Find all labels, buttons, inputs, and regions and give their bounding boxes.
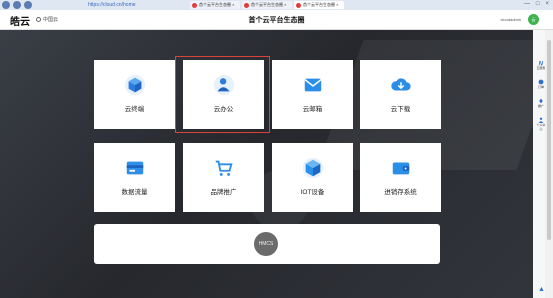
selection-highlight: [175, 56, 270, 133]
cube-icon: [124, 74, 145, 96]
favicon-icon: [192, 2, 197, 8]
cloud-download-icon: [390, 78, 411, 91]
page-title: 首个云平台生态圈: [248, 17, 305, 24]
card-label: 云邮箱: [302, 106, 323, 113]
card-brand-promotion[interactable]: 品牌推广: [183, 143, 264, 212]
scroll-top-icon[interactable]: ▲: [538, 286, 545, 293]
browser-tab-active[interactable]: 首个云平台生态圈 ×: [294, 1, 344, 9]
minimize-icon[interactable]: —: [524, 1, 530, 7]
user-name[interactable]: cloudadmin: [501, 17, 521, 22]
card-label: 云下载: [390, 106, 411, 113]
maximize-icon[interactable]: □: [536, 1, 540, 7]
forward-icon[interactable]: [13, 1, 21, 9]
mail-icon: [303, 78, 322, 92]
scrollbar[interactable]: [545, 30, 553, 298]
wallet-icon: [392, 162, 409, 175]
close-icon[interactable]: ×: [545, 1, 549, 7]
tab-label: 首个云平台生态圈 ×: [303, 2, 339, 7]
card-label: 品牌推广: [210, 189, 237, 196]
card-cloud-mail[interactable]: 云邮箱: [272, 60, 353, 129]
card-label: 数据流量: [121, 189, 148, 196]
browser-toolbar: https://cloud.cn/home 首个云平台生态圈 × 首个云平台生态…: [0, 0, 553, 10]
scrollbar-thumb[interactable]: [547, 40, 551, 240]
tab-strip: 首个云平台生态圈 × 首个云平台生态圈 × 首个云平台生态圈 ×: [190, 1, 346, 9]
iot-box-icon: [302, 157, 323, 179]
address-bar[interactable]: https://cloud.cn/home: [88, 2, 136, 8]
refresh-icon[interactable]: [24, 1, 32, 9]
app-header: 皓云 中国云 首个云平台生态圈 cloudadmin 云: [0, 10, 553, 30]
card-label: 云终端: [124, 106, 145, 113]
card-data-traffic[interactable]: 数据流量: [94, 143, 175, 212]
browser-nav: [2, 1, 32, 9]
favicon-icon: [296, 2, 301, 8]
card-iot-device[interactable]: IOT设备: [272, 143, 353, 212]
card-inventory-system[interactable]: 进销存系统: [360, 143, 441, 212]
window-controls: — □ ×: [524, 1, 549, 7]
card-label: 进销存系统: [384, 189, 417, 196]
bottom-banner[interactable]: HMCS: [94, 224, 440, 264]
tab-label: 首个云平台生态圈 ×: [199, 2, 235, 7]
favicon-icon: [244, 2, 249, 8]
browser-tab[interactable]: 首个云平台生态圈 ×: [190, 1, 240, 9]
data-card-icon: [126, 161, 143, 175]
cart-icon: [215, 160, 233, 176]
card-cloud-download[interactable]: 云下载: [360, 60, 441, 129]
tab-label: 首个云平台生态圈 ×: [251, 2, 287, 7]
card-label: IOT设备: [300, 189, 325, 196]
back-icon[interactable]: [2, 1, 10, 9]
avatar[interactable]: 云: [528, 14, 539, 25]
hmcs-badge[interactable]: HMCS: [254, 232, 278, 256]
browser-tab[interactable]: 首个云平台生态圈 ×: [242, 1, 292, 9]
card-cloud-terminal[interactable]: 云终端: [94, 60, 175, 129]
